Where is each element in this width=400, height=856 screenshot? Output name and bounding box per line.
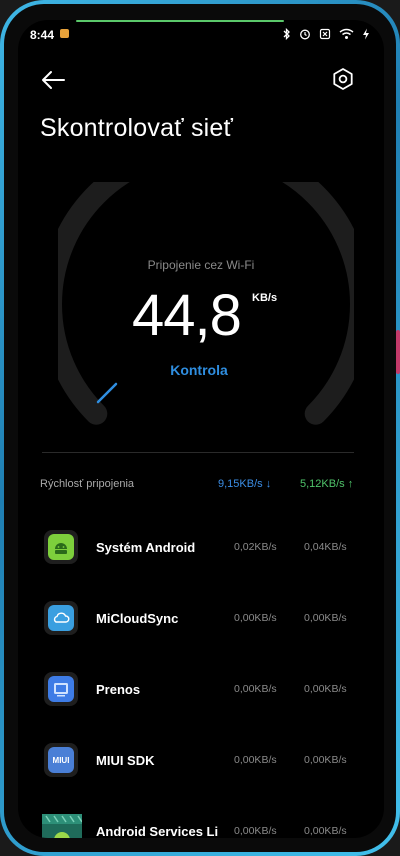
- status-time: 8:44: [30, 28, 55, 42]
- alarm-icon: [300, 29, 310, 40]
- app-upload: 0,00KB/s: [304, 612, 347, 624]
- miui-icon-tile: MIUI: [48, 747, 74, 773]
- app-name: MiCloudSync: [96, 611, 179, 626]
- page-title: Skontrolovať sieť: [40, 114, 234, 142]
- app-upload: 0,00KB/s: [304, 683, 347, 695]
- app-name: Systém Android: [96, 540, 196, 555]
- screen: 8:44 Skontrolovať sieť Pripojenie cez Wi…: [18, 20, 384, 838]
- charging-icon: [363, 28, 369, 40]
- connection-speed-label: Rýchlosť pripojenia: [40, 478, 135, 490]
- app-name: Android Services Li: [96, 824, 219, 838]
- sim-off-icon: [319, 28, 331, 40]
- list-item[interactable]: MIUI MIUI SDK 0,00KB/s 0,00KB/s: [18, 735, 384, 785]
- status-bar: 8:44: [18, 26, 384, 44]
- back-arrow-icon[interactable]: [40, 68, 66, 92]
- list-item[interactable]: Android Services Li 0,00KB/s 0,00KB/s: [18, 806, 384, 838]
- top-progress-line: [76, 20, 284, 22]
- app-upload: 0,00KB/s: [304, 825, 347, 837]
- bluetooth-icon: [283, 28, 290, 40]
- app-download: 0,00KB/s: [234, 754, 277, 766]
- connection-type-label: Pripojenie cez Wi-Fi: [147, 258, 255, 272]
- android-system-icon: [44, 530, 78, 564]
- upload-rate: 5,12KB/s ↑: [300, 478, 354, 490]
- check-button[interactable]: Kontrola: [18, 362, 380, 378]
- transfer-icon: [44, 672, 78, 706]
- download-rate: 9,15KB/s ↓: [218, 478, 272, 490]
- divider: [42, 452, 354, 453]
- side-button: [396, 330, 400, 374]
- status-icons: [283, 28, 370, 40]
- settings-gear-icon[interactable]: [330, 66, 356, 92]
- app-name: Prenos: [96, 682, 141, 697]
- wifi-icon: [339, 28, 354, 39]
- list-item[interactable]: Systém Android 0,02KB/s 0,04KB/s: [18, 522, 384, 572]
- app-download: 0,00KB/s: [234, 612, 277, 624]
- notification-icon: [60, 29, 69, 38]
- app-upload: 0,04KB/s: [304, 541, 347, 553]
- speed-unit: KB/s: [252, 292, 278, 304]
- app-name: MIUI SDK: [96, 753, 155, 768]
- app-upload: 0,00KB/s: [304, 754, 347, 766]
- cloud-icon: [44, 601, 78, 635]
- app-download: 0,00KB/s: [234, 825, 277, 837]
- current-speed-value: 44,8: [132, 283, 242, 348]
- list-item[interactable]: Prenos 0,00KB/s 0,00KB/s: [18, 664, 384, 714]
- android-services-icon: [42, 814, 82, 838]
- app-download: 0,00KB/s: [234, 683, 277, 695]
- app-download: 0,02KB/s: [234, 541, 277, 553]
- list-item[interactable]: MiCloudSync 0,00KB/s 0,00KB/s: [18, 593, 384, 643]
- miui-icon-text: MIUI: [52, 755, 70, 765]
- miui-icon: MIUI: [44, 743, 78, 777]
